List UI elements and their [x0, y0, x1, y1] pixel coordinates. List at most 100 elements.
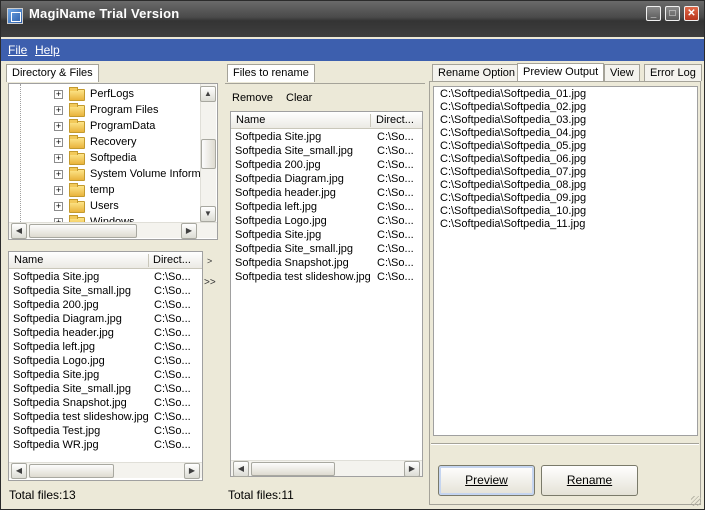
- preview-output-line[interactable]: C:\Softpedia\Softpedia_01.jpg: [440, 88, 586, 100]
- add-files-arrow-icon[interactable]: >>: [204, 277, 216, 288]
- tab-files-to-rename[interactable]: Files to rename: [227, 64, 315, 82]
- tree-item[interactable]: + PerfLogs: [9, 87, 199, 103]
- collapse-arrow-icon[interactable]: >: [207, 256, 212, 266]
- scroll-up-icon[interactable]: ▲: [200, 86, 216, 102]
- file-row[interactable]: Softpedia test slideshow.jpg C:\So...: [231, 271, 421, 285]
- tree-item[interactable]: + Program Files: [9, 103, 199, 119]
- file-list[interactable]: Name Direct... Softpedia Site.jpg C:\So..…: [8, 251, 203, 481]
- preview-output-line[interactable]: C:\Softpedia\Softpedia_05.jpg: [440, 140, 586, 152]
- file-row[interactable]: Softpedia test slideshow.jpg C:\So...: [9, 411, 199, 425]
- file-row[interactable]: Softpedia Site_small.jpg C:\So...: [231, 145, 421, 159]
- tree-vertical-scrollbar[interactable]: ▲ ▼: [200, 84, 216, 222]
- clear-button[interactable]: Clear: [286, 92, 312, 104]
- tab-rename-option[interactable]: Rename Option: [432, 64, 522, 81]
- file-row[interactable]: Softpedia 200.jpg C:\So...: [9, 299, 199, 313]
- file-row[interactable]: Softpedia WR.jpg C:\So...: [9, 439, 199, 453]
- expand-icon[interactable]: +: [54, 138, 63, 147]
- title-bar[interactable]: MagiName Trial Version _ □ ✕: [1, 1, 704, 37]
- file-name: Softpedia Logo.jpg: [235, 215, 327, 227]
- expand-icon[interactable]: +: [54, 186, 63, 195]
- minimize-icon[interactable]: _: [646, 6, 661, 21]
- preview-output-line[interactable]: C:\Softpedia\Softpedia_09.jpg: [440, 192, 586, 204]
- file-directory: C:\So...: [154, 313, 191, 325]
- menu-file[interactable]: File: [8, 43, 27, 57]
- close-icon[interactable]: ✕: [684, 6, 699, 21]
- tab-directory-files[interactable]: Directory & Files: [6, 64, 99, 82]
- rename-list-horizontal-scrollbar[interactable]: ◀ ▶: [231, 460, 422, 477]
- column-name[interactable]: Name: [236, 114, 366, 126]
- file-row[interactable]: Softpedia header.jpg C:\So...: [231, 187, 421, 201]
- file-row[interactable]: Softpedia Site.jpg C:\So...: [9, 271, 199, 285]
- resize-grip[interactable]: [689, 494, 701, 506]
- scroll-left-icon[interactable]: ◀: [11, 463, 27, 479]
- column-directory[interactable]: Direct...: [376, 114, 420, 126]
- scroll-thumb[interactable]: [201, 139, 216, 169]
- tree-item[interactable]: + System Volume Informa: [9, 167, 207, 183]
- tree-horizontal-scrollbar[interactable]: ◀ ▶: [9, 222, 217, 239]
- expand-icon[interactable]: +: [54, 90, 63, 99]
- file-row[interactable]: Softpedia Site_small.jpg C:\So...: [231, 243, 421, 257]
- scroll-thumb[interactable]: [251, 462, 335, 476]
- expand-icon[interactable]: +: [54, 106, 63, 115]
- preview-output-line[interactable]: C:\Softpedia\Softpedia_03.jpg: [440, 114, 586, 126]
- scroll-left-icon[interactable]: ◀: [233, 461, 249, 477]
- tab-error-log[interactable]: Error Log: [644, 64, 702, 81]
- preview-output-list[interactable]: C:\Softpedia\Softpedia_01.jpg C:\Softpedi…: [433, 86, 698, 436]
- scroll-thumb[interactable]: [29, 464, 114, 478]
- file-row[interactable]: Softpedia Logo.jpg C:\So...: [231, 215, 421, 229]
- file-row[interactable]: Softpedia Diagram.jpg C:\So...: [9, 313, 199, 327]
- file-list-horizontal-scrollbar[interactable]: ◀ ▶: [9, 462, 202, 479]
- preview-output-line[interactable]: C:\Softpedia\Softpedia_06.jpg: [440, 153, 586, 165]
- directory-tree[interactable]: + PerfLogs + Program Files + ProgramData + Reco…: [8, 83, 218, 240]
- file-row[interactable]: Softpedia Diagram.jpg C:\So...: [231, 173, 421, 187]
- file-row[interactable]: Softpedia left.jpg C:\So...: [231, 201, 421, 215]
- file-name: Softpedia 200.jpg: [235, 159, 321, 171]
- scroll-thumb[interactable]: [29, 224, 137, 238]
- column-directory[interactable]: Direct...: [153, 254, 199, 266]
- preview-button[interactable]: Preview: [438, 465, 535, 496]
- tree-item[interactable]: + temp: [9, 183, 199, 199]
- tree-item[interactable]: + Recovery: [9, 135, 199, 151]
- column-separator[interactable]: [370, 114, 371, 127]
- tree-item[interactable]: + Users: [9, 199, 199, 215]
- preview-output-line[interactable]: C:\Softpedia\Softpedia_10.jpg: [440, 205, 586, 217]
- preview-output-line[interactable]: C:\Softpedia\Softpedia_08.jpg: [440, 179, 586, 191]
- preview-output-line[interactable]: C:\Softpedia\Softpedia_02.jpg: [440, 101, 586, 113]
- scroll-right-icon[interactable]: ▶: [404, 461, 420, 477]
- column-separator[interactable]: [148, 254, 149, 267]
- file-row[interactable]: Softpedia 200.jpg C:\So...: [231, 159, 421, 173]
- scroll-down-icon[interactable]: ▼: [200, 206, 216, 222]
- file-row[interactable]: Softpedia Site.jpg C:\So...: [231, 229, 421, 243]
- rename-file-list[interactable]: Name Direct... Softpedia Site.jpg C:\So..…: [230, 111, 423, 477]
- expand-icon[interactable]: +: [54, 122, 63, 131]
- remove-button[interactable]: Remove: [232, 92, 273, 104]
- expand-icon[interactable]: +: [54, 154, 63, 163]
- file-row[interactable]: Softpedia header.jpg C:\So...: [9, 327, 199, 341]
- tree-item[interactable]: + ProgramData: [9, 119, 199, 135]
- preview-output-line[interactable]: C:\Softpedia\Softpedia_11.jpg: [440, 218, 585, 230]
- file-row[interactable]: Softpedia Site_small.jpg C:\So...: [9, 383, 199, 397]
- column-name[interactable]: Name: [14, 254, 144, 266]
- file-row[interactable]: Softpedia Site_small.jpg C:\So...: [9, 285, 199, 299]
- expand-icon[interactable]: +: [54, 170, 63, 179]
- preview-output-line[interactable]: C:\Softpedia\Softpedia_04.jpg: [440, 127, 586, 139]
- scroll-right-icon[interactable]: ▶: [184, 463, 200, 479]
- tab-preview-output[interactable]: Preview Output: [517, 63, 605, 81]
- file-row[interactable]: Softpedia Site.jpg C:\So...: [9, 369, 199, 383]
- scroll-left-icon[interactable]: ◀: [11, 223, 27, 239]
- tab-view[interactable]: View: [604, 64, 640, 81]
- file-row[interactable]: Softpedia Snapshot.jpg C:\So...: [9, 397, 199, 411]
- scroll-right-icon[interactable]: ▶: [181, 223, 197, 239]
- preview-output-line[interactable]: C:\Softpedia\Softpedia_07.jpg: [440, 166, 586, 178]
- file-row[interactable]: Softpedia Test.jpg C:\So...: [9, 425, 199, 439]
- file-row[interactable]: Softpedia Snapshot.jpg C:\So...: [231, 257, 421, 271]
- menu-help[interactable]: Help: [35, 43, 60, 57]
- expand-icon[interactable]: +: [54, 202, 63, 211]
- file-row[interactable]: Softpedia left.jpg C:\So...: [9, 341, 199, 355]
- file-row[interactable]: Softpedia Site.jpg C:\So...: [231, 131, 421, 145]
- tree-item[interactable]: + Softpedia: [9, 151, 199, 167]
- maximize-icon[interactable]: □: [665, 6, 680, 21]
- file-row[interactable]: Softpedia Logo.jpg C:\So...: [9, 355, 199, 369]
- tree-item-label: Recovery: [90, 136, 137, 148]
- rename-button[interactable]: Rename: [541, 465, 638, 496]
